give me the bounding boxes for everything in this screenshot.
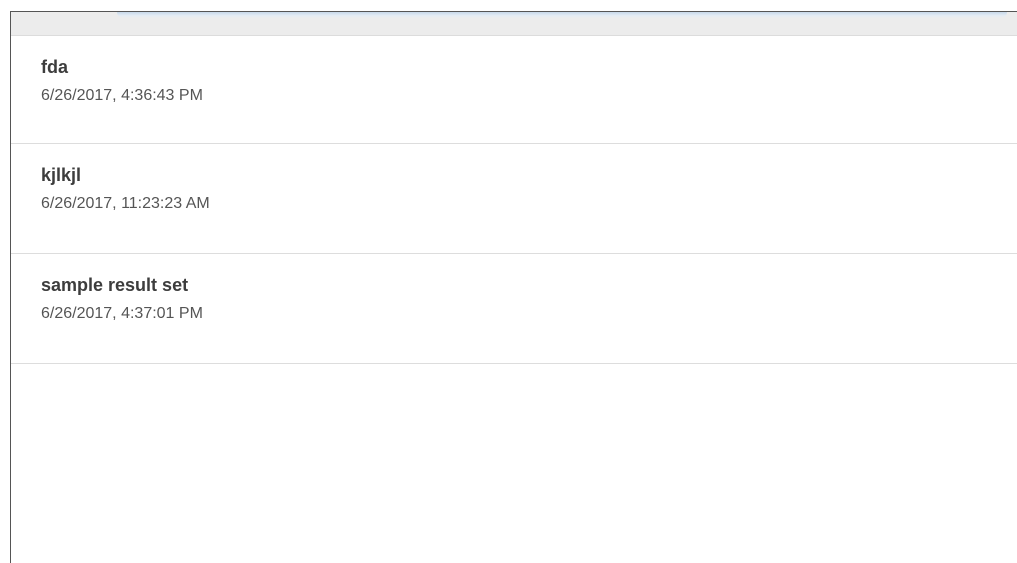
panel-header-bar [11,12,1017,36]
result-set-timestamp: 6/26/2017, 4:37:01 PM [41,305,203,322]
result-set-timestamp: 6/26/2017, 4:36:43 PM [41,87,203,104]
result-set-name: fda [41,57,68,77]
result-sets-panel: fda 6/26/2017, 4:36:43 PM kjlkjl 6/26/20… [10,11,1017,563]
scroll-shadow [117,12,1007,18]
result-set-name: kjlkjl [41,165,82,185]
result-set-name: sample result set [41,275,189,295]
result-set-item[interactable]: fda 6/26/2017, 4:36:43 PM [11,36,1017,144]
result-set-item[interactable]: sample result set 6/26/2017, 4:37:01 PM [11,254,1017,364]
result-set-list: fda 6/26/2017, 4:36:43 PM kjlkjl 6/26/20… [11,36,1017,364]
result-set-item[interactable]: kjlkjl 6/26/2017, 11:23:23 AM [11,144,1017,254]
result-set-timestamp: 6/26/2017, 11:23:23 AM [41,195,210,212]
